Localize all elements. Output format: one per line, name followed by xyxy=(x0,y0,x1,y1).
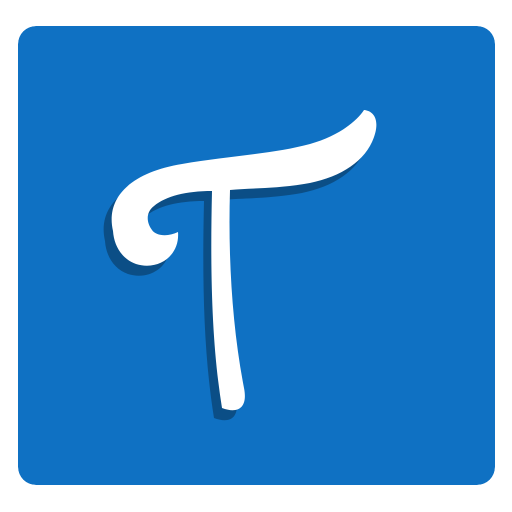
icon-background xyxy=(18,26,495,485)
letter-t-logo-icon xyxy=(18,26,495,485)
app-icon xyxy=(18,26,495,485)
